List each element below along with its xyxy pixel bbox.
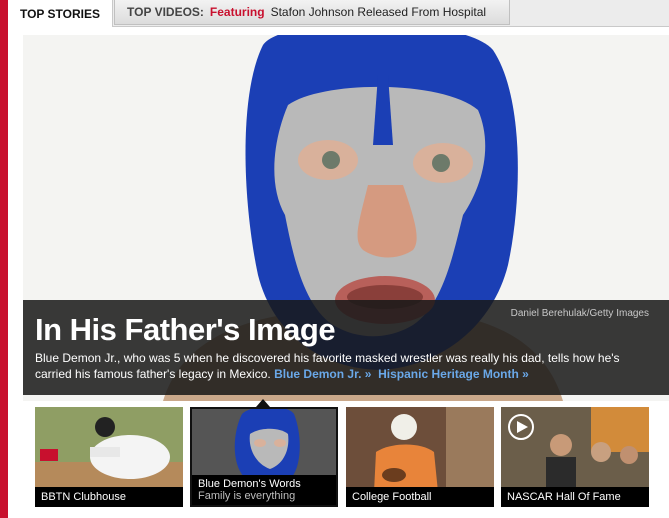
thumb-label: NASCAR Hall Of Fame: [501, 487, 649, 507]
video-headline-link[interactable]: Stafon Johnson Released From Hospital: [271, 5, 486, 19]
left-accent-bar: [0, 0, 8, 518]
thumb-blue-demons-words[interactable]: Blue Demon's Words Family is everything: [190, 407, 338, 507]
top-videos-label: TOP VIDEOS:: [127, 5, 204, 19]
thumb-label: College Football: [346, 487, 494, 507]
hero-caption: Daniel Berehulak/Getty Images In His Fat…: [23, 300, 669, 395]
tab-top-videos[interactable]: TOP VIDEOS: Featuring Stafon Johnson Rel…: [114, 0, 510, 25]
link-blue-demon[interactable]: Blue Demon Jr. »: [274, 367, 371, 381]
hero-dek: Blue Demon Jr., who was 5 when he discov…: [35, 350, 655, 382]
hero-headline[interactable]: In His Father's Image: [35, 312, 336, 348]
thumb-label: BBTN Clubhouse: [35, 487, 183, 507]
photo-credit: Daniel Berehulak/Getty Images: [510, 308, 649, 319]
link-hispanic-heritage[interactable]: Hispanic Heritage Month »: [378, 367, 529, 381]
thumb-nascar-hall-of-fame[interactable]: NASCAR Hall Of Fame: [501, 407, 649, 507]
active-thumb-pointer: [256, 399, 270, 407]
thumb-college-football[interactable]: College Football: [346, 407, 494, 507]
thumb-subtitle: Family is everything: [198, 490, 296, 502]
thumb-title: Blue Demon's Words: [198, 478, 301, 490]
tab-top-stories[interactable]: TOP STORIES: [8, 0, 113, 27]
thumb-bbtn-clubhouse[interactable]: BBTN Clubhouse: [35, 407, 183, 507]
featuring-label: Featuring: [209, 5, 265, 19]
thumb-label: Blue Demon's Words Family is everything: [192, 475, 336, 505]
